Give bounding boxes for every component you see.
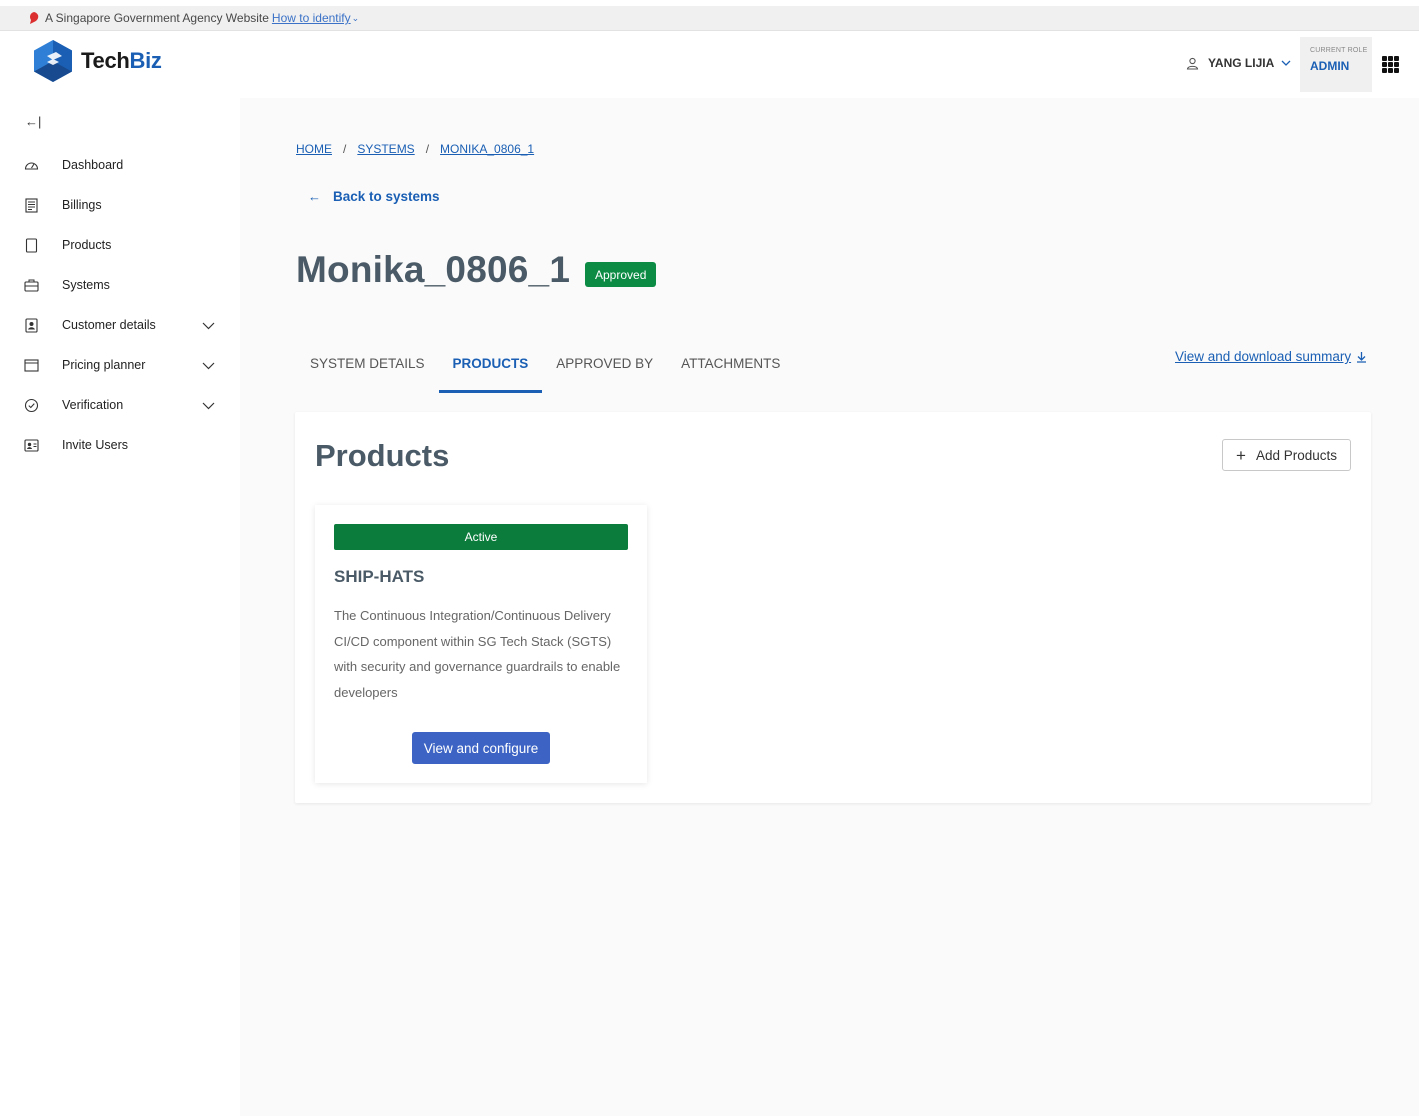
billing-icon bbox=[24, 197, 39, 213]
user-menu[interactable]: YANG LIJIA bbox=[1186, 56, 1291, 70]
product-description: The Continuous Integration/Continuous De… bbox=[334, 608, 621, 700]
products-panel: Products + Add Products Active SHIP-HATS… bbox=[295, 412, 1371, 803]
tab-approved-by[interactable]: APPROVED BY bbox=[542, 334, 667, 393]
sidebar-item-billings[interactable]: Billings bbox=[0, 185, 240, 225]
user-icon bbox=[1186, 57, 1199, 70]
chevron-down-icon bbox=[1281, 60, 1291, 66]
sidebar-item-label: Pricing planner bbox=[62, 358, 146, 372]
gov-masthead: A Singapore Government Agency Website Ho… bbox=[0, 0, 1419, 31]
product-status-badge: Active bbox=[334, 524, 628, 550]
collapse-sidebar-icon[interactable]: ←| bbox=[25, 114, 41, 129]
current-role-value: ADMIN bbox=[1310, 59, 1350, 73]
chevron-down-icon[interactable] bbox=[202, 359, 215, 372]
dashboard-icon bbox=[24, 158, 39, 173]
product-card: Active SHIP-HATS The Continuous Integrat… bbox=[315, 505, 647, 783]
add-products-label: Add Products bbox=[1255, 447, 1337, 463]
breadcrumb: HOME / SYSTEMS / MONIKA_0806_1 bbox=[296, 142, 534, 156]
sidebar-item-products[interactable]: Products bbox=[0, 225, 240, 265]
tab-system-details[interactable]: SYSTEM DETAILS bbox=[296, 334, 439, 393]
tab-products[interactable]: PRODUCTS bbox=[438, 334, 543, 393]
sidebar-item-customer-details[interactable]: Customer details bbox=[0, 305, 240, 345]
view-download-summary-link[interactable]: View and download summary bbox=[1175, 349, 1367, 364]
product-name: SHIP-HATS bbox=[334, 567, 425, 586]
verification-icon bbox=[24, 398, 39, 413]
current-role-label: CURRENT ROLE bbox=[1310, 47, 1368, 54]
lion-head-icon bbox=[30, 12, 39, 24]
user-name: YANG LIJIA bbox=[1208, 56, 1275, 70]
products-icon bbox=[24, 237, 39, 253]
status-badge: Approved bbox=[585, 262, 657, 287]
sidebar-item-label: Products bbox=[62, 238, 112, 252]
pricing-icon bbox=[24, 358, 39, 373]
sidebar-item-label: Invite Users bbox=[62, 438, 128, 452]
logo-wordmark: TechBiz bbox=[81, 48, 162, 73]
current-role-box[interactable]: CURRENT ROLE ADMIN bbox=[1300, 37, 1372, 92]
sidebar-item-pricing-planner[interactable]: Pricing planner bbox=[0, 345, 240, 385]
systems-icon bbox=[24, 278, 39, 293]
sidebar-item-invite-users[interactable]: Invite Users bbox=[0, 425, 240, 465]
sidebar-item-label: Dashboard bbox=[62, 158, 124, 172]
sidebar-item-label: Billings bbox=[62, 198, 102, 212]
tab-attachments[interactable]: ATTACHMENTS bbox=[667, 334, 794, 393]
breadcrumb-systems-link[interactable]: SYSTEMS bbox=[357, 142, 414, 156]
sidebar-item-label: Systems bbox=[62, 278, 110, 292]
breadcrumb-separator: / bbox=[425, 142, 430, 156]
breadcrumb-home-link[interactable]: HOME bbox=[296, 142, 332, 156]
chevron-down-icon[interactable] bbox=[202, 399, 215, 412]
chevron-down-icon[interactable] bbox=[202, 319, 215, 332]
techbiz-logo-icon bbox=[34, 40, 72, 82]
breadcrumb-separator: / bbox=[343, 142, 347, 156]
download-icon bbox=[1357, 351, 1367, 363]
products-panel-title: Products bbox=[315, 438, 450, 473]
view-and-configure-button[interactable]: View and configure bbox=[412, 732, 550, 764]
app-header: TechBiz YANG LIJIA CURRENT ROLE ADMIN bbox=[0, 31, 1419, 98]
plus-icon: + bbox=[1236, 445, 1246, 465]
masthead-text: A Singapore Government Agency Website bbox=[45, 11, 269, 25]
main-content: HOME / SYSTEMS / MONIKA_0806_1 ← Back to… bbox=[240, 98, 1419, 1116]
summary-link-label: View and download summary bbox=[1175, 349, 1352, 364]
sidebar-item-label: Verification bbox=[62, 398, 124, 412]
invite-icon bbox=[24, 438, 39, 453]
how-to-identify-link[interactable]: How to identify bbox=[272, 11, 351, 25]
add-products-button[interactable]: + Add Products bbox=[1222, 439, 1351, 471]
tab-bar: SYSTEM DETAILS PRODUCTS APPROVED BY ATTA… bbox=[296, 334, 794, 393]
sidebar-item-label: Customer details bbox=[62, 318, 156, 332]
customer-icon bbox=[24, 317, 39, 333]
breadcrumb-current-link[interactable]: MONIKA_0806_1 bbox=[440, 142, 534, 156]
chevron-down-icon[interactable]: ⌄ bbox=[352, 13, 360, 24]
techbiz-logo[interactable]: TechBiz bbox=[34, 40, 162, 82]
sidebar-item-systems[interactable]: Systems bbox=[0, 265, 240, 305]
arrow-left-icon: ← bbox=[308, 189, 321, 204]
sidebar-item-dashboard[interactable]: Dashboard bbox=[0, 145, 240, 185]
sidebar-item-verification[interactable]: Verification bbox=[0, 385, 240, 425]
sidebar: ←| Dashboard Billings Products Systems C… bbox=[0, 98, 240, 1116]
apps-grid-icon[interactable] bbox=[1382, 56, 1399, 73]
page-title: Monika_0806_1 bbox=[296, 249, 571, 290]
back-to-systems-link[interactable]: ← Back to systems bbox=[308, 189, 440, 204]
back-link-label: Back to systems bbox=[333, 189, 440, 204]
